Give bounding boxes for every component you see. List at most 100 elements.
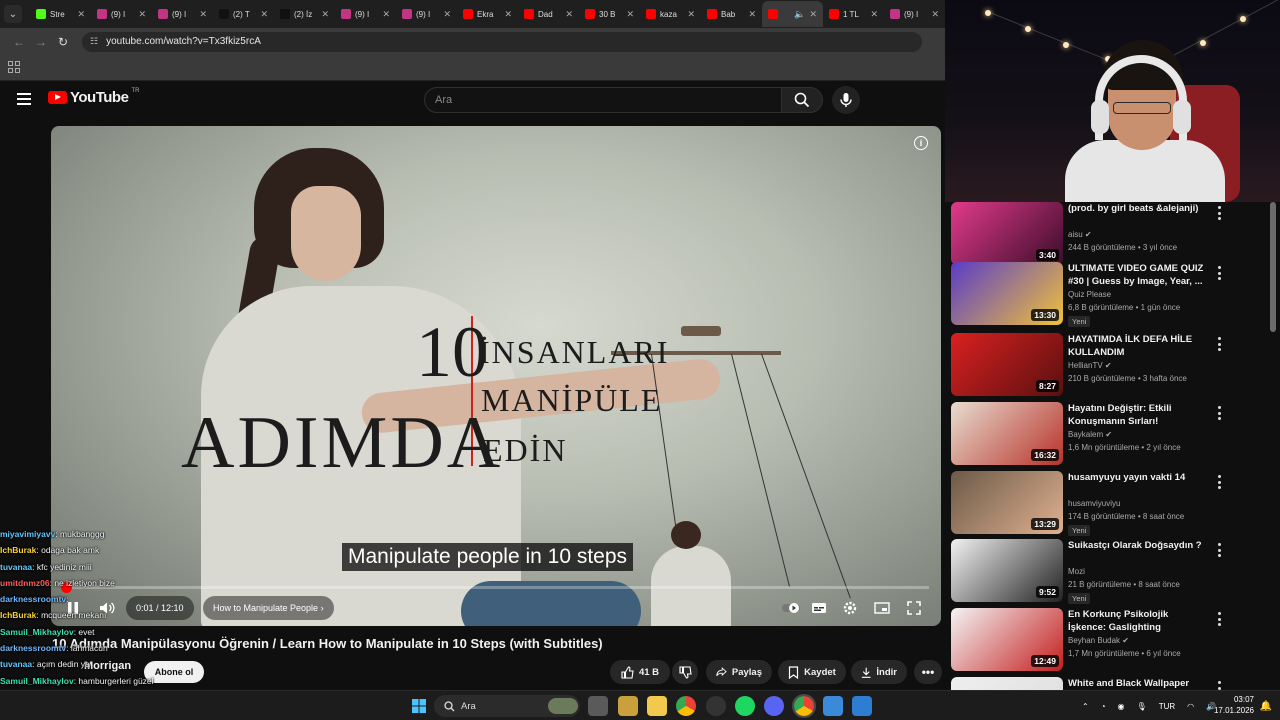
recommended-video[interactable]: 13:30 ULTIMATE VIDEO GAME QUIZ #30 | Gues… [951, 262, 1271, 327]
more-actions-button[interactable]: ••• [914, 660, 942, 684]
browser-tab[interactable]: (2) İz ✕ [274, 1, 335, 27]
recommended-title[interactable]: husamyuyu yayın vakti 14 [1068, 471, 1208, 484]
voice-search-button[interactable] [832, 86, 860, 114]
video-thumbnail[interactable]: 12:49 [951, 608, 1063, 671]
browser-tab[interactable]: Bab ✕ [701, 1, 762, 27]
search-button[interactable] [781, 87, 823, 113]
autoplay-toggle[interactable] [779, 596, 803, 620]
video-thumbnail[interactable]: 13:30 [951, 262, 1063, 325]
recommended-channel[interactable]: HellianTV ✔ [1068, 361, 1112, 370]
recommended-video[interactable]: 8:27 HAYATIMDA İLK DEFA HİLE KULLANDIM Hel… [951, 333, 1271, 397]
chrome-active-icon[interactable] [792, 694, 816, 718]
youtube-logo[interactable]: YouTube TR [48, 88, 139, 106]
like-button[interactable]: 41 B [610, 660, 670, 684]
search-input[interactable]: Ara [424, 87, 782, 113]
chrome-icon[interactable] [676, 696, 696, 716]
recommended-channel[interactable]: Mozi [1068, 567, 1085, 576]
tab-audio-icon[interactable]: 🔈 [794, 9, 805, 20]
tab-close-icon[interactable]: ✕ [504, 9, 512, 20]
site-info-icon[interactable]: ☷ [90, 36, 98, 47]
browser-tab[interactable]: (9) I ✕ [396, 1, 457, 27]
info-icon[interactable]: i [914, 136, 928, 150]
recommended-channel[interactable]: Quiz Please [1068, 290, 1111, 299]
more-options-icon[interactable] [1215, 543, 1223, 557]
browser-tab[interactable]: 1 TL ✕ [823, 1, 884, 27]
recommended-title[interactable]: Hayatını Değiştir: Etkili Konuşmanın Sır… [1068, 402, 1208, 428]
browser-tab[interactable]: Ekra ✕ [457, 1, 518, 27]
recommended-video[interactable]: 9:52 Suikastçı Olarak Doğsaydın ? Mozi 21 B… [951, 539, 1271, 604]
recommended-title[interactable]: White and Black Wallpaper [1068, 677, 1208, 690]
spotify-icon[interactable] [735, 696, 755, 716]
browser-tab[interactable]: (9) I ✕ [152, 1, 213, 27]
back-icon[interactable]: ← [8, 35, 30, 49]
tab-close-icon[interactable]: ✕ [138, 9, 146, 20]
task-view-icon[interactable] [588, 696, 608, 716]
store-icon[interactable] [618, 696, 638, 716]
video-thumbnail[interactable]: 16:32 [951, 402, 1063, 465]
video-thumbnail[interactable]: 9:52 [951, 539, 1063, 602]
taskbar-clock[interactable]: 03:07 17.01.2026 [1198, 694, 1254, 716]
network-icon[interactable]: ◔ [1101, 702, 1106, 711]
notification-bell-icon[interactable]: 🔔 [1258, 696, 1274, 716]
recommended-title[interactable]: Suikastçı Olarak Doğsaydın ? [1068, 539, 1208, 552]
browser-tab[interactable]: 30 B ✕ [579, 1, 640, 27]
video-thumbnail[interactable] [951, 677, 1063, 690]
browser-tab[interactable]: kaza ✕ [640, 1, 701, 27]
reload-icon[interactable]: ↻ [52, 35, 74, 49]
tab-close-icon[interactable]: ✕ [626, 9, 634, 20]
browser-tab[interactable]: (9) I ✕ [884, 1, 945, 27]
browser-tab[interactable]: 🔈 ✕ [762, 1, 823, 27]
taskbar-search[interactable]: Ara [434, 695, 580, 717]
recommended-video[interactable]: 16:32 Hayatını Değiştir: Etkili Konuşmanı… [951, 402, 1271, 466]
photos-icon[interactable] [823, 696, 843, 716]
dislike-button[interactable] [672, 660, 698, 684]
recommended-video[interactable]: 13:29 husamyuyu yayın vakti 14 husamviyuvi… [951, 471, 1271, 536]
recommended-video[interactable]: White and Black Wallpaper [951, 677, 1271, 690]
miniplayer-button[interactable] [870, 596, 894, 620]
more-options-icon[interactable] [1215, 475, 1223, 489]
forward-icon[interactable]: → [30, 35, 52, 49]
settings-button[interactable] [838, 596, 862, 620]
browser-tab[interactable]: (2) T ✕ [213, 1, 274, 27]
chevron-up-icon[interactable]: ⌃ [1082, 702, 1089, 711]
tab-close-icon[interactable]: ✕ [687, 9, 695, 20]
video-thumbnail[interactable]: 13:29 [951, 471, 1063, 534]
fullscreen-button[interactable] [902, 596, 926, 620]
recommended-channel[interactable]: Baykalem ✔ [1068, 430, 1112, 439]
tab-search-button[interactable]: ⌄ [4, 5, 22, 23]
tab-close-icon[interactable]: ✕ [77, 9, 85, 20]
menu-icon[interactable] [17, 93, 31, 105]
tab-close-icon[interactable]: ✕ [382, 9, 390, 20]
tab-close-icon[interactable]: ✕ [809, 9, 817, 20]
subtitles-button[interactable] [807, 596, 831, 620]
recommended-title[interactable]: En Korkunç Psikolojik İşkence: Gaslighti… [1068, 608, 1208, 634]
browser-tab[interactable]: (9) I ✕ [335, 1, 396, 27]
tab-close-icon[interactable]: ✕ [565, 9, 573, 20]
tab-close-icon[interactable]: ✕ [748, 9, 756, 20]
video-thumbnail[interactable]: 3:40 [951, 202, 1063, 265]
security-icon[interactable]: ◉ [1118, 702, 1125, 711]
recommended-channel[interactable]: aisu ✔ [1068, 230, 1092, 239]
tab-close-icon[interactable]: ✕ [443, 9, 451, 20]
browser-tab[interactable]: Stre ✕ [30, 1, 91, 27]
chapter-button[interactable]: How to Manipulate People › [203, 596, 334, 620]
notepad-icon[interactable] [852, 696, 872, 716]
more-options-icon[interactable] [1215, 206, 1223, 220]
wifi-icon[interactable]: ◠ [1187, 702, 1194, 711]
recommended-channel[interactable]: husamviyuviyu [1068, 499, 1120, 508]
browser-tab[interactable]: (9) I ✕ [91, 1, 152, 27]
apps-icon[interactable] [8, 61, 20, 73]
microphone-icon[interactable]: 🎙 [1137, 702, 1147, 711]
sidebar-scrollbar[interactable] [1270, 202, 1276, 332]
recommended-title[interactable]: (prod. by girl beats &alejanji) [1068, 202, 1208, 215]
browser-tab[interactable]: Dad ✕ [518, 1, 579, 27]
file-explorer-icon[interactable] [647, 696, 667, 716]
more-options-icon[interactable] [1215, 337, 1223, 351]
windows-start-button[interactable] [409, 696, 429, 716]
tab-close-icon[interactable]: ✕ [260, 9, 268, 20]
language-indicator[interactable]: TUR [1159, 702, 1175, 711]
more-options-icon[interactable] [1215, 406, 1223, 420]
recommended-title[interactable]: HAYATIMDA İLK DEFA HİLE KULLANDIM [1068, 333, 1208, 359]
more-options-icon[interactable] [1215, 681, 1223, 690]
download-button[interactable]: İndir [851, 660, 907, 684]
